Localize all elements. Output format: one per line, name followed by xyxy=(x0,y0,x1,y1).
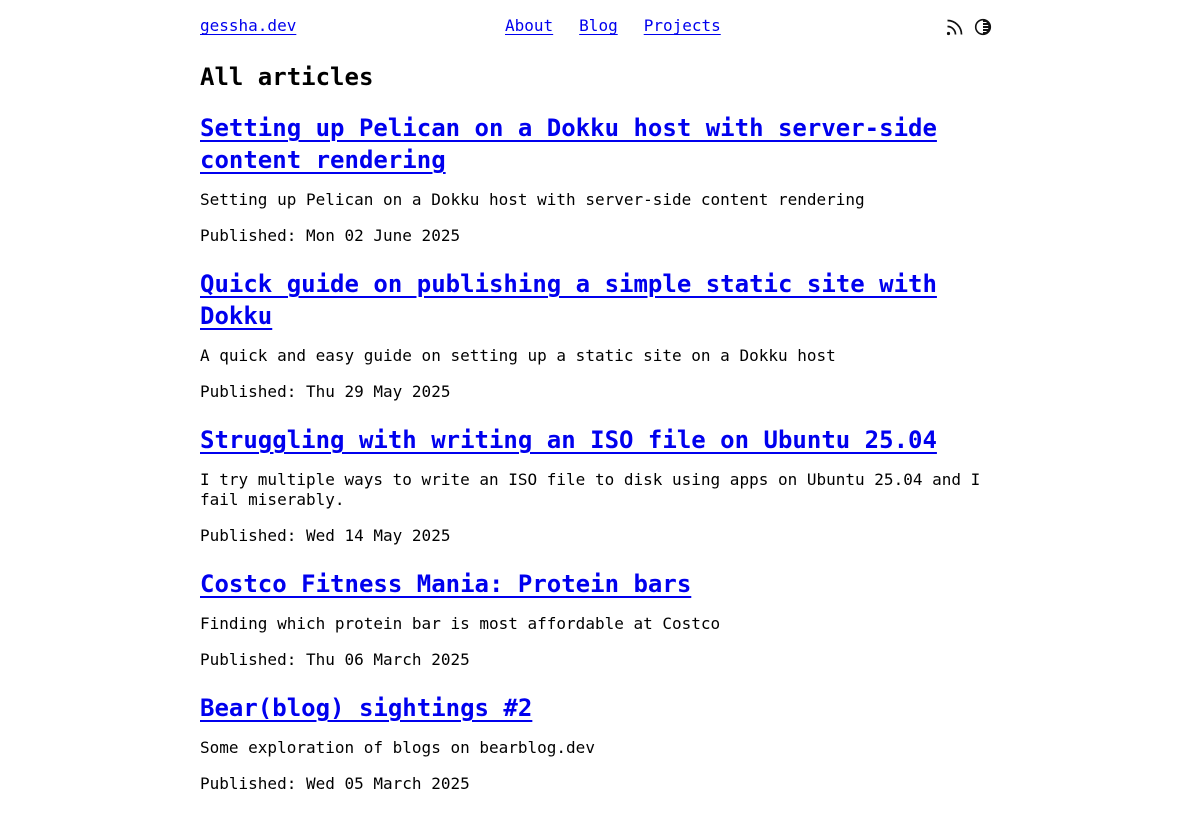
site-name-link[interactable]: gessha.dev xyxy=(200,16,296,36)
article-item: Struggling with writing an ISO file on U… xyxy=(200,424,1000,546)
article-title: Setting up Pelican on a Dokku host with … xyxy=(200,112,1000,176)
nav-about[interactable]: About xyxy=(505,16,553,36)
site-header: gessha.dev About Blog Projects xyxy=(200,0,1000,54)
theme-toggle-icon[interactable] xyxy=(974,18,992,36)
article-title-link[interactable]: Setting up Pelican on a Dokku host with … xyxy=(200,114,937,174)
article-published-date: Published: Thu 06 March 2025 xyxy=(200,650,470,669)
article-summary: I try multiple ways to write an ISO file… xyxy=(200,470,981,509)
nav-blog[interactable]: Blog xyxy=(579,16,618,36)
article-title-link[interactable]: Struggling with writing an ISO file on U… xyxy=(200,426,937,454)
article-title: Bear(blog) sightings #2 xyxy=(200,692,1000,724)
article-title-link[interactable]: Costco Fitness Mania: Protein bars xyxy=(200,570,691,598)
article-published-date: Published: Wed 14 May 2025 xyxy=(200,526,451,545)
header-icons xyxy=(946,18,992,36)
article-published-date: Published: Mon 02 June 2025 xyxy=(200,226,461,245)
article-title: Struggling with writing an ISO file on U… xyxy=(200,424,1000,456)
article-list: Setting up Pelican on a Dokku host with … xyxy=(200,112,1000,816)
article-summary: Some exploration of blogs on bearblog.de… xyxy=(200,738,595,757)
article-title: Costco Fitness Mania: Protein bars xyxy=(200,568,1000,600)
article-title-link[interactable]: Bear(blog) sightings #2 xyxy=(200,694,532,722)
article-title-link[interactable]: Quick guide on publishing a simple stati… xyxy=(200,270,937,330)
page-title: All articles xyxy=(200,63,374,91)
article-item: Quick guide on publishing a simple stati… xyxy=(200,268,1000,402)
article-summary: A quick and easy guide on setting up a s… xyxy=(200,346,836,365)
article-published-date: Published: Wed 05 March 2025 xyxy=(200,774,470,793)
page-container: gessha.dev About Blog Projects All artic… xyxy=(200,0,1000,793)
rss-icon[interactable] xyxy=(946,18,964,36)
article-title: Quick guide on publishing a simple stati… xyxy=(200,268,1000,332)
article-published-date: Published: Thu 29 May 2025 xyxy=(200,382,451,401)
article-summary: Setting up Pelican on a Dokku host with … xyxy=(200,190,865,209)
main-nav: About Blog Projects xyxy=(505,16,721,36)
article-item: Setting up Pelican on a Dokku host with … xyxy=(200,112,1000,246)
article-item: Costco Fitness Mania: Protein bars Findi… xyxy=(200,568,1000,670)
article-item: Bear(blog) sightings #2 Some exploration… xyxy=(200,692,1000,794)
article-summary: Finding which protein bar is most afford… xyxy=(200,614,721,633)
nav-projects[interactable]: Projects xyxy=(644,16,721,36)
